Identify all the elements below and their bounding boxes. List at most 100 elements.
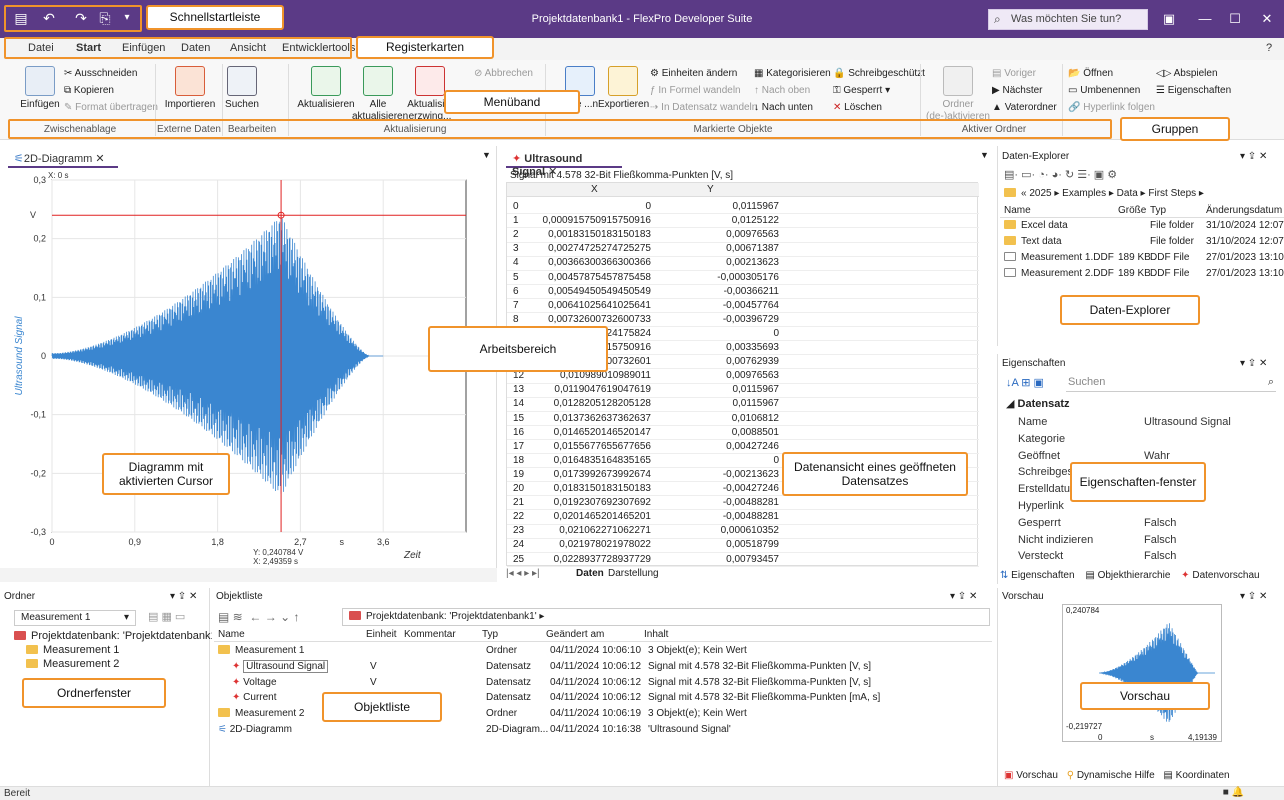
grid-cell-y[interactable]: 0,0088501 bbox=[732, 427, 779, 438]
tab-ultrasound-signal[interactable]: ✦ Ultrasound Signal ✕ bbox=[506, 148, 622, 178]
follow-link-button[interactable]: 🔗 Hyperlink folgen bbox=[1068, 102, 1155, 113]
export-button[interactable]: Exportieren bbox=[598, 66, 649, 111]
object-list-toolbar[interactable]: ▤ ≋ ← → ⌄ ↑ bbox=[218, 610, 299, 624]
table-row[interactable]: 15 0,0137362637362637 0,0106812 bbox=[507, 411, 979, 426]
play-button[interactable]: ◁▷ Abspielen bbox=[1156, 68, 1218, 79]
grid-cell-y[interactable]: 0,0115967 bbox=[732, 384, 779, 395]
explorer-toolbar[interactable]: ▤· ▭· ◔· ◕· ↻ ☰· ▣ ⚙ bbox=[1004, 168, 1117, 181]
grid-cell-x[interactable]: 0,0192307692307692 bbox=[554, 497, 651, 508]
change-units-button[interactable]: ⚙ Einheiten ändern bbox=[650, 68, 737, 79]
grid-cell-y[interactable]: 0,00762939 bbox=[726, 356, 779, 367]
grid-cell-y[interactable]: 0,00518799 bbox=[726, 539, 779, 550]
grid-cell-idx[interactable]: 19 bbox=[513, 469, 524, 480]
folder-activate-button[interactable]: Ordner (de-)aktivieren bbox=[926, 66, 990, 122]
tab-eigenschaften[interactable]: ⇅ Eigenschaften bbox=[1000, 570, 1075, 581]
table-row[interactable]: ✦ Ultrasound Signal V Datensatz 04/11/2024 … bbox=[218, 659, 988, 675]
property-value[interactable]: Falsch bbox=[1144, 550, 1176, 562]
tab-objekthierarchie[interactable]: ▤ Objekthierarchie bbox=[1085, 570, 1170, 581]
search-button[interactable]: Suchen bbox=[222, 66, 262, 111]
grid-cell-x[interactable]: 0,0137362637362637 bbox=[554, 413, 651, 424]
previous-button[interactable]: ▤ Voriger bbox=[992, 68, 1036, 79]
pane-controls-icon[interactable]: ▾ ⇪ ✕ bbox=[1240, 591, 1267, 602]
copy-button[interactable]: ⧉ Kopieren bbox=[64, 85, 114, 96]
horizontal-scrollbar[interactable] bbox=[0, 568, 497, 582]
cancel-button[interactable]: ⊘ Abbrechen bbox=[474, 68, 533, 79]
grid-cell-idx[interactable]: 13 bbox=[513, 384, 524, 395]
grid-cell-x[interactable]: 0,00549450549450549 bbox=[548, 286, 651, 297]
table-row[interactable]: ⚟ 2D-Diagramm 2D-Diagram... 04/11/2024 10:… bbox=[218, 724, 988, 738]
folder-select[interactable]: Measurement 1 ▾ bbox=[14, 610, 136, 626]
grid-cell-y[interactable]: 0 bbox=[773, 455, 779, 466]
grid-cell-y[interactable]: -0,00366211 bbox=[724, 286, 779, 297]
grid-cell-x[interactable]: 0,021062271062271 bbox=[559, 525, 651, 536]
grid-cell-y[interactable]: -0,000305176 bbox=[717, 272, 779, 283]
grid-cell-idx[interactable]: 6 bbox=[513, 286, 519, 297]
grid-cell-y[interactable]: -0,00488281 bbox=[723, 511, 779, 522]
format-painter-button[interactable]: ✎ Format übertragen bbox=[64, 102, 158, 113]
pane-controls-icon[interactable]: ▾ ⇪ ✕ bbox=[1240, 358, 1267, 369]
grid-cell-x[interactable]: 0,0228937728937729 bbox=[554, 554, 651, 565]
move-down-button[interactable]: ↓ Nach unten bbox=[754, 102, 813, 113]
properties-button[interactable]: ☰ Eigenschaften bbox=[1156, 85, 1231, 96]
grid-cell-x[interactable]: 0,021978021978022 bbox=[559, 539, 651, 550]
data-grid[interactable]: X Y 0 0 0,0115967 1 0,000915750915750916 0,01… bbox=[506, 182, 979, 567]
chevron-down-icon[interactable]: ▼ bbox=[980, 150, 989, 160]
grid-cell-y[interactable]: -0,00427246 bbox=[723, 483, 779, 494]
grid-cell-x[interactable]: 0,0201465201465201 bbox=[554, 511, 651, 522]
grid-cell-idx[interactable]: 17 bbox=[513, 441, 524, 452]
grid-cell-idx[interactable]: 4 bbox=[513, 257, 519, 268]
delete-button[interactable]: ✕ Löschen bbox=[833, 102, 882, 113]
table-row[interactable]: 2 0,00183150183150183 0,00976563 bbox=[507, 227, 979, 243]
grid-cell-x[interactable]: 0,000915750915750916 bbox=[543, 215, 651, 226]
grid-cell-x[interactable]: 0,0146520146520147 bbox=[554, 427, 651, 438]
locked-button[interactable]: ⚿ Gesperrt ▾ bbox=[833, 85, 890, 96]
grid-cell-y[interactable]: -0,00488281 bbox=[723, 497, 779, 508]
grid-cell-y[interactable]: 0,000610352 bbox=[721, 525, 779, 536]
table-row[interactable]: 0 0 0,0115967 bbox=[507, 199, 979, 215]
grid-cell-idx[interactable]: 21 bbox=[513, 497, 524, 508]
grid-cell-idx[interactable]: 22 bbox=[513, 511, 524, 522]
grid-cell-x[interactable]: 0,00183150183150183 bbox=[548, 229, 651, 240]
grid-cell-y[interactable]: -0,00457764 bbox=[723, 300, 779, 311]
grid-cell-y[interactable]: 0,00793457 bbox=[726, 554, 779, 565]
grid-cell-y[interactable]: 0,0115967 bbox=[732, 398, 779, 409]
grid-cell-y[interactable]: 0,00213623 bbox=[726, 257, 779, 268]
grid-cell-idx[interactable]: 20 bbox=[513, 483, 524, 494]
tree-root[interactable]: Projektdatenbank: 'Projektdatenbank1' bbox=[14, 630, 219, 642]
to-dataset-button[interactable]: ⇢ In Datensatz wandeln bbox=[650, 102, 757, 113]
grid-cell-idx[interactable]: 25 bbox=[513, 554, 524, 565]
tab-koordinaten[interactable]: ▤ Koordinaten bbox=[1163, 770, 1229, 781]
grid-cell-y[interactable]: 0,00976563 bbox=[726, 229, 779, 240]
folder-toolbar[interactable]: ▤ ▦ ▭ bbox=[148, 610, 185, 623]
chart-area[interactable]: 0,3 0,2 0,1 0 -0,1 -0,2 -0,3 0 0,9 1,8 2,7 3,6 s Ultr… bbox=[8, 168, 493, 568]
grid-cell-idx[interactable]: 23 bbox=[513, 525, 524, 536]
table-row[interactable]: 24 0,021978021978022 0,00518799 bbox=[507, 537, 979, 553]
grid-cell-idx[interactable]: 7 bbox=[513, 300, 519, 311]
maximize-button[interactable]: ☐ bbox=[1218, 8, 1252, 30]
property-value[interactable]: Falsch bbox=[1144, 534, 1176, 546]
to-formula-button[interactable]: ƒ In Formel wandeln bbox=[650, 85, 741, 96]
pane-controls-icon[interactable]: ▾ ⇪ ✕ bbox=[950, 591, 977, 602]
grid-cell-idx[interactable]: 3 bbox=[513, 243, 519, 254]
chevron-down-icon[interactable]: ▼ bbox=[482, 150, 491, 160]
table-row[interactable]: 23 0,021062271062271 0,000610352 bbox=[507, 523, 979, 539]
grid-cell-y[interactable]: 0,0115967 bbox=[732, 201, 779, 212]
table-row[interactable]: 6 0,00549450549450549 -0,00366211 bbox=[507, 284, 979, 299]
grid-cell-idx[interactable]: 1 bbox=[513, 215, 519, 226]
tab-2d-diagram[interactable]: ⚟2D-Diagramm ✕ bbox=[8, 148, 118, 168]
status-icons[interactable]: ■ 🔔 bbox=[1223, 787, 1244, 798]
grid-cell-x[interactable]: 0,00641025641025641 bbox=[548, 300, 651, 311]
section-datensatz[interactable]: ◢ Datensatz bbox=[1006, 397, 1069, 410]
next-button[interactable]: ▶ Nächster bbox=[992, 85, 1042, 96]
properties-search-input[interactable]: Suchen ⌕ bbox=[1066, 374, 1276, 392]
help-icon[interactable]: ? bbox=[1266, 42, 1272, 54]
grid-cell-x[interactable]: 0,00457875457875458 bbox=[548, 272, 651, 283]
pane-controls-icon[interactable]: ▾ ⇪ ✕ bbox=[170, 591, 197, 602]
table-row[interactable]: 16 0,0146520146520147 0,0088501 bbox=[507, 425, 979, 440]
sheet-nav-icon[interactable]: |◂ ◂ ▸ ▸| bbox=[506, 568, 540, 579]
grid-cell-x[interactable]: 0,0119047619047619 bbox=[554, 384, 651, 395]
close-button[interactable]: ✕ bbox=[1250, 8, 1284, 30]
property-value[interactable]: Ultrasound Signal bbox=[1144, 416, 1231, 428]
grid-cell-y[interactable]: 0,00976563 bbox=[726, 370, 779, 381]
sheet-tab-daten[interactable]: Daten bbox=[576, 568, 604, 579]
